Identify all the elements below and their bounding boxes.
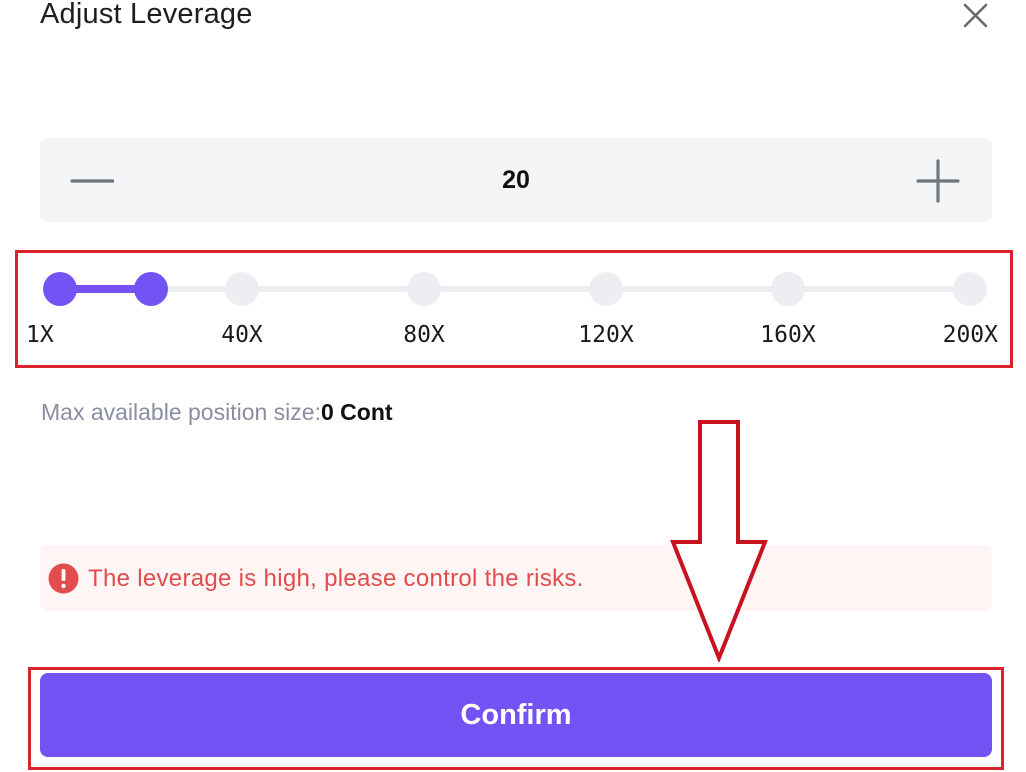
slider-stop-120x[interactable] [589, 272, 623, 306]
warning-text: The leverage is high, please control the… [88, 565, 584, 592]
slider-label-1x: 1X [26, 322, 54, 348]
dialog-title: Adjust Leverage [40, 0, 253, 30]
exclamation-circle-icon [48, 563, 79, 594]
slider-highlight-box [15, 250, 1013, 368]
slider-label-80x: 80X [403, 322, 445, 348]
close-button[interactable] [958, 0, 992, 34]
max-position-label: Max available position size: [41, 399, 321, 425]
leverage-slider-track[interactable] [60, 286, 968, 292]
confirm-button[interactable]: Confirm [40, 673, 992, 757]
slider-stop-200x[interactable] [953, 272, 987, 306]
plus-icon [916, 159, 960, 203]
slider-stop-1x[interactable] [43, 272, 77, 306]
slider-label-200x: 200X [942, 322, 998, 348]
slider-stop-80x[interactable] [407, 272, 441, 306]
slider-stop-160x[interactable] [771, 272, 805, 306]
slider-stop-40x[interactable] [225, 272, 259, 306]
slider-label-160x: 160X [760, 322, 816, 348]
max-position-value: 0 Cont [320, 399, 393, 425]
leverage-stepper: 20 [40, 138, 992, 222]
down-arrow-icon [670, 420, 768, 662]
risk-warning-banner: The leverage is high, please control the… [40, 545, 992, 611]
slider-label-120x: 120X [578, 322, 634, 348]
slider-label-40x: 40X [221, 322, 263, 348]
max-position-size: Max available position size:0 Cont [41, 399, 393, 426]
slider-thumb[interactable] [134, 272, 168, 306]
increase-button[interactable] [916, 159, 960, 203]
leverage-value[interactable]: 20 [40, 166, 992, 195]
close-icon [963, 3, 988, 28]
